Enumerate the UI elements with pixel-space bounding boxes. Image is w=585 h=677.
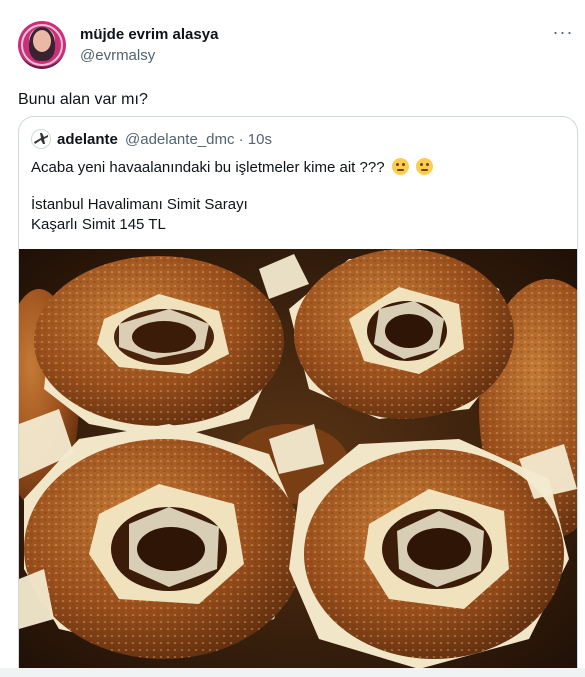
- thinking-face-emoji-icon: [391, 158, 409, 175]
- tweet-text: Bunu alan var mı?: [18, 91, 148, 108]
- author-avatar[interactable]: [18, 21, 66, 69]
- face-with-rolling-eyes-emoji-icon: [415, 158, 433, 175]
- bottom-divider: [0, 668, 585, 677]
- quoted-text-line-1: Acaba yeni havaalanındaki bu işletmeler …: [31, 159, 385, 176]
- quoted-text-line-2: İstanbul Havalimanı Simit Sarayı: [31, 196, 248, 213]
- quoted-author-avatar[interactable]: [31, 129, 51, 149]
- more-options-icon[interactable]: ···: [548, 22, 578, 48]
- airplane-logo-icon: [34, 133, 48, 144]
- tweet[interactable]: müjde evrim alasya @evrmalsy ··· Bunu al…: [0, 0, 585, 677]
- quoted-text-line-3: Kaşarlı Simit 145 TL: [31, 216, 166, 233]
- quoted-author-name[interactable]: adelante: [57, 131, 118, 149]
- author-handle[interactable]: @evrmalsy: [80, 47, 155, 65]
- quoted-text-line: Acaba yeni havaalanındaki bu işletmeler …: [31, 158, 433, 177]
- quoted-author-handle-time[interactable]: @adelante_dmc · 10s: [125, 131, 272, 149]
- simit-bottom-left: [24, 424, 304, 659]
- quoted-tweet[interactable]: adelante @adelante_dmc · 10s Acaba yeni …: [18, 116, 578, 677]
- simit-photo[interactable]: [19, 249, 577, 677]
- avatar-ring: [21, 24, 63, 66]
- simit-image: [19, 249, 577, 677]
- author-display-name[interactable]: müjde evrim alasya: [80, 26, 218, 44]
